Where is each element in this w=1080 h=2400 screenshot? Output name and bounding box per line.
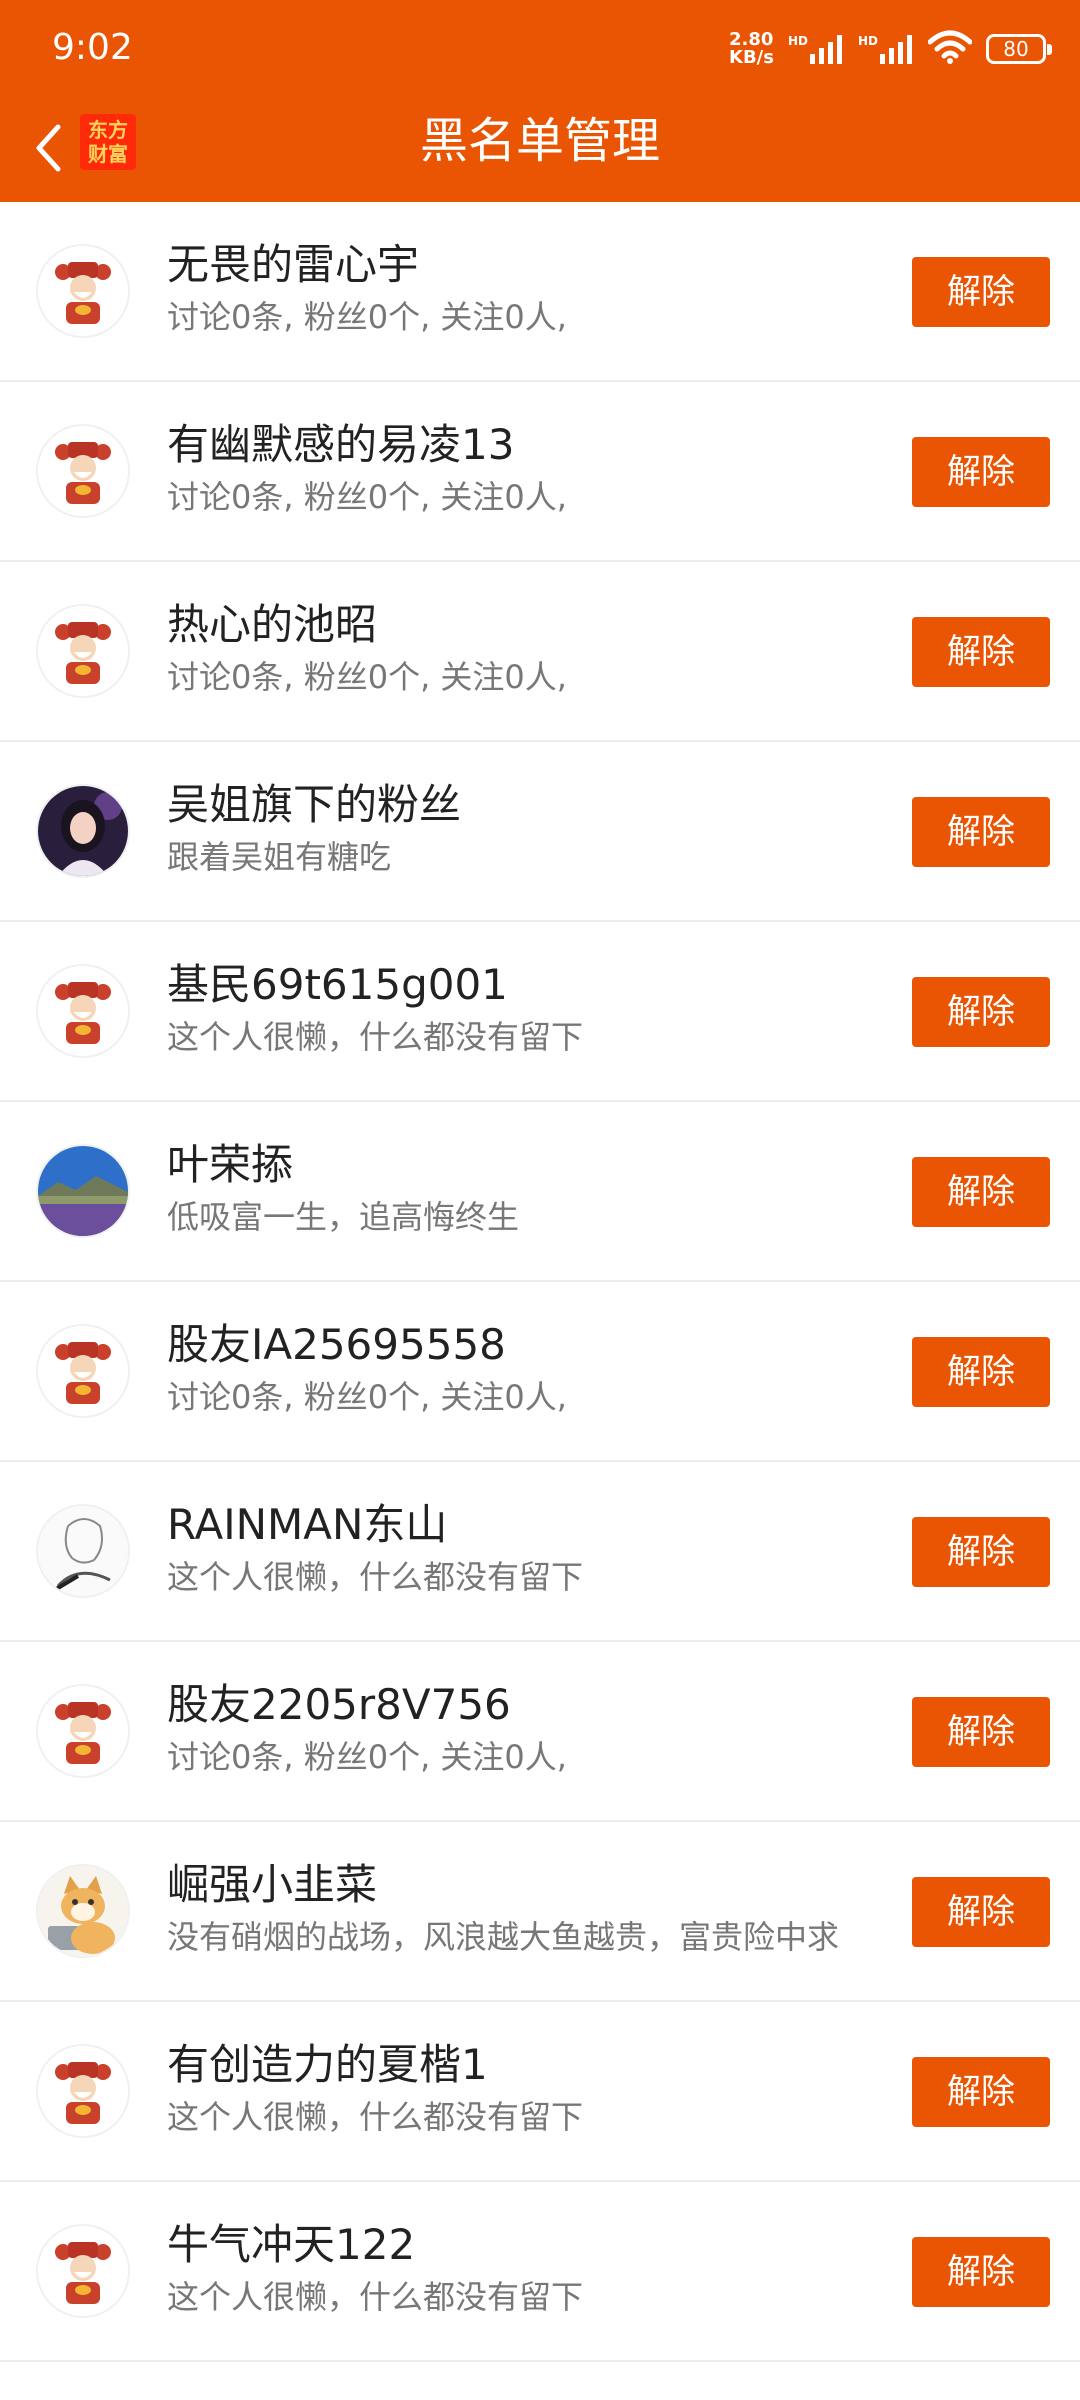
hd-label-2: HD <box>857 34 878 48</box>
user-name[interactable]: 热心的池昭 <box>167 598 377 652</box>
wifi-icon <box>927 30 973 68</box>
user-name[interactable]: 基民69t615g001 <box>167 958 508 1012</box>
sketch-avatar[interactable] <box>36 1504 130 1598</box>
blacklist: 无畏的雷心宇 讨论0条, 粉丝0个, 关注0人, 解除 有幽默感的易凌13 讨论… <box>0 202 1080 2362</box>
nav-bar: 黑名单管理 东方 财富 <box>0 96 1080 202</box>
unblock-button[interactable]: 解除 <box>912 1877 1050 1947</box>
user-description: 这个人很懒，什么都没有留下 <box>167 1018 584 1056</box>
user-description: 讨论0条, 粉丝0个, 关注0人, <box>167 1738 567 1776</box>
caishen-avatar[interactable] <box>36 604 130 698</box>
list-item: 牛气冲天122 这个人很懒，什么都没有留下 解除 <box>0 2182 1080 2362</box>
user-name[interactable]: 叶荣掭 <box>167 1138 293 1192</box>
unblock-button[interactable]: 解除 <box>912 1157 1050 1227</box>
caishen-avatar[interactable] <box>36 1684 130 1778</box>
status-icons: 2.80 KB/s HD HD 80 <box>729 24 1052 74</box>
unblock-button[interactable]: 解除 <box>912 2237 1050 2307</box>
list-item: 吴姐旗下的粉丝 跟着吴姐有糖吃 解除 <box>0 742 1080 922</box>
signal-icon: HD <box>788 34 844 64</box>
user-description: 低吸富一生，追高悔终生 <box>167 1198 520 1236</box>
battery-icon: 80 <box>986 34 1052 64</box>
user-description: 讨论0条, 粉丝0个, 关注0人, <box>167 1378 567 1416</box>
list-item: 叶荣掭 低吸富一生，追高悔终生 解除 <box>0 1102 1080 1282</box>
user-name[interactable]: 吴姐旗下的粉丝 <box>167 778 461 832</box>
caishen-avatar[interactable] <box>36 2044 130 2138</box>
caishen-avatar[interactable] <box>36 2224 130 2318</box>
user-name[interactable]: 牛气冲天122 <box>167 2218 415 2272</box>
list-item: 股友2205r8V756 讨论0条, 粉丝0个, 关注0人, 解除 <box>0 1642 1080 1822</box>
status-time: 9:02 <box>52 27 133 68</box>
unblock-button[interactable]: 解除 <box>912 1517 1050 1587</box>
user-name[interactable]: 股友IA25695558 <box>167 1318 506 1372</box>
landscape-avatar[interactable] <box>36 1144 130 1238</box>
unblock-button[interactable]: 解除 <box>912 617 1050 687</box>
network-speed-unit: KB/s <box>729 47 774 68</box>
user-description: 这个人很懒，什么都没有留下 <box>167 2278 584 2316</box>
logo-line1: 东方 <box>88 118 128 142</box>
cat-avatar[interactable] <box>36 1864 130 1958</box>
user-description: 没有硝烟的战场，风浪越大鱼越贵，富贵险中求 <box>167 1918 840 1956</box>
list-item: 有创造力的夏楷1 这个人很懒，什么都没有留下 解除 <box>0 2002 1080 2182</box>
user-name[interactable]: RAINMAN东山 <box>167 1498 447 1552</box>
unblock-button[interactable]: 解除 <box>912 2057 1050 2127</box>
user-description: 讨论0条, 粉丝0个, 关注0人, <box>167 298 567 336</box>
unblock-button[interactable]: 解除 <box>912 437 1050 507</box>
user-description: 讨论0条, 粉丝0个, 关注0人, <box>167 478 567 516</box>
user-description: 跟着吴姐有糖吃 <box>167 838 392 876</box>
user-name[interactable]: 崛强小韭菜 <box>167 1858 377 1912</box>
hd-label: HD <box>787 34 808 48</box>
user-name[interactable]: 有创造力的夏楷1 <box>167 2038 488 2092</box>
app-logo: 东方 财富 <box>80 114 136 170</box>
list-item: 崛强小韭菜 没有硝烟的战场，风浪越大鱼越贵，富贵险中求 解除 <box>0 1822 1080 2002</box>
user-description: 这个人很懒，什么都没有留下 <box>167 1558 584 1596</box>
list-item: 有幽默感的易凌13 讨论0条, 粉丝0个, 关注0人, 解除 <box>0 382 1080 562</box>
unblock-button[interactable]: 解除 <box>912 257 1050 327</box>
list-item: 股友IA25695558 讨论0条, 粉丝0个, 关注0人, 解除 <box>0 1282 1080 1462</box>
list-item: 无畏的雷心宇 讨论0条, 粉丝0个, 关注0人, 解除 <box>0 202 1080 382</box>
page-title: 黑名单管理 <box>419 113 660 169</box>
signal-icon-2: HD <box>858 34 914 64</box>
list-item: 基民69t615g001 这个人很懒，什么都没有留下 解除 <box>0 922 1080 1102</box>
status-bar: 9:02 2.80 KB/s HD HD 80 <box>0 0 1080 96</box>
user-description: 这个人很懒，什么都没有留下 <box>167 2098 584 2136</box>
logo-line2: 财富 <box>88 142 128 166</box>
caishen-avatar[interactable] <box>36 424 130 518</box>
user-name[interactable]: 股友2205r8V756 <box>167 1678 511 1732</box>
user-description: 讨论0条, 粉丝0个, 关注0人, <box>167 658 567 696</box>
unblock-button[interactable]: 解除 <box>912 1697 1050 1767</box>
photo-avatar-girl[interactable] <box>36 784 130 878</box>
caishen-avatar[interactable] <box>36 1324 130 1418</box>
list-item: 热心的池昭 讨论0条, 粉丝0个, 关注0人, 解除 <box>0 562 1080 742</box>
caishen-avatar[interactable] <box>36 964 130 1058</box>
top-bar: 9:02 2.80 KB/s HD HD 80 黑名单管理 东方 财富 <box>0 0 1080 202</box>
user-name[interactable]: 有幽默感的易凌13 <box>167 418 514 472</box>
unblock-button[interactable]: 解除 <box>912 977 1050 1047</box>
battery-level: 80 <box>1003 37 1029 61</box>
caishen-avatar[interactable] <box>36 244 130 338</box>
unblock-button[interactable]: 解除 <box>912 1337 1050 1407</box>
back-button[interactable] <box>18 118 78 178</box>
list-item: RAINMAN东山 这个人很懒，什么都没有留下 解除 <box>0 1462 1080 1642</box>
network-speed: 2.80 KB/s <box>729 31 774 67</box>
user-name[interactable]: 无畏的雷心宇 <box>167 238 419 292</box>
chevron-left-icon <box>36 124 61 172</box>
unblock-button[interactable]: 解除 <box>912 797 1050 867</box>
